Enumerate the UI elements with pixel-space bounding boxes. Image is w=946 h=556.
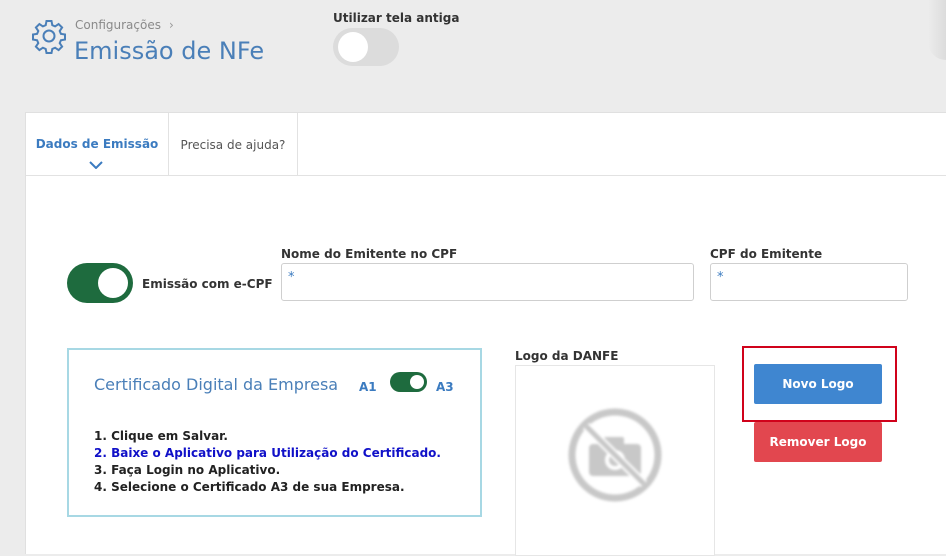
logo-preview (515, 365, 715, 556)
breadcrumb[interactable]: Configurações › (75, 18, 174, 32)
ecpf-toggle[interactable] (67, 263, 133, 303)
tab-label: Dados de Emissão (35, 137, 159, 151)
ecpf-label: Emissão com e-CPF (142, 277, 273, 291)
emitente-cpf-label: CPF do Emitente (710, 247, 823, 261)
a1-a3-toggle[interactable] (390, 372, 427, 392)
required-marker: * (288, 270, 295, 285)
remover-logo-button[interactable]: Remover Logo (754, 422, 882, 462)
toggle-knob (410, 375, 424, 389)
a3-label: A3 (436, 380, 454, 394)
gear-icon (32, 20, 66, 54)
toggle-knob (98, 268, 128, 298)
emitente-nome-label: Nome do Emitente no CPF (281, 247, 458, 261)
tab-bar: Dados de Emissão Precisa de ajuda? (26, 113, 946, 176)
tab-dados-emissao[interactable]: Dados de Emissão (26, 113, 168, 175)
corner-shadow (928, 0, 946, 60)
old-screen-label: Utilizar tela antiga (333, 11, 460, 25)
old-screen-toggle[interactable] (333, 28, 399, 66)
no-photo-icon (568, 408, 662, 502)
step-item: 3. Faça Login no Aplicativo. (94, 463, 281, 477)
step-item: 4. Selecione o Certificado A3 de sua Emp… (94, 480, 405, 494)
emitente-cpf-field[interactable]: * (710, 263, 908, 301)
required-marker: * (717, 270, 724, 285)
chevron-down-icon (89, 161, 103, 169)
toggle-knob (338, 32, 368, 62)
tab-label: Precisa de ajuda? (180, 138, 286, 152)
certificado-title: Certificado Digital da Empresa (94, 375, 339, 394)
tab-precisa-ajuda[interactable]: Precisa de ajuda? (168, 113, 298, 175)
chevron-right-icon: › (168, 18, 174, 32)
certificado-steps: 1. Clique em Salvar. 2. Baixe o Aplicati… (94, 428, 441, 496)
step-item: 1. Clique em Salvar. (94, 429, 228, 443)
main-panel: Dados de Emissão Precisa de ajuda? Emiss… (25, 112, 946, 556)
novo-logo-button[interactable]: Novo Logo (754, 364, 882, 404)
certificado-box: Certificado Digital da Empresa A1 A3 1. … (67, 348, 482, 517)
breadcrumb-item[interactable]: Configurações (75, 18, 161, 32)
page-title: Emissão de NFe (74, 37, 265, 65)
emitente-nome-field[interactable]: * (281, 263, 694, 301)
logo-label: Logo da DANFE (515, 349, 619, 363)
download-app-link[interactable]: 2. Baixe o Aplicativo para Utilização do… (94, 445, 441, 462)
a1-label: A1 (359, 380, 377, 394)
